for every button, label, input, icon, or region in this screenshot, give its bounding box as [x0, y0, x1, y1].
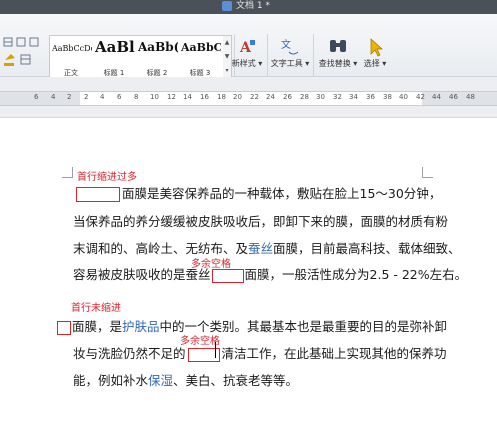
select-button[interactable]: 选择 ▾: [360, 36, 390, 78]
paragraph-1-line-3: 末调和的、高岭土、无纺布、及蚕丝面膜，目前最高科技、载体细致、: [73, 241, 461, 256]
format-tools-icons[interactable]: [3, 36, 43, 76]
ruler-tick-label: 46: [449, 93, 458, 101]
document-page[interactable]: 首行缩进过多 面膜是美容保养品的一种载体，敷贴在脸上15～30分钟， 当保养品的…: [0, 118, 497, 425]
paragraph-1-line-4: 容易被皮肤吸收的是蚕丝 面膜，一般活性成分为2.5 - 22%左右。: [73, 267, 468, 283]
text-cursor: [215, 342, 216, 358]
ruler-tick-label: 20: [233, 93, 242, 101]
cursor-arrow-icon: [370, 38, 383, 57]
paragraph-2-line-1: 面膜，是护肤品中的一个类别。其最基本也是最重要的目的是弥补卸: [57, 316, 447, 335]
ruler-tick-label: 24: [266, 93, 275, 101]
title-bar: 文档 1 *: [0, 0, 497, 14]
separator: [313, 34, 314, 76]
find-replace-button[interactable]: 查找替换 ▾: [316, 36, 360, 78]
horizontal-ruler[interactable]: 6 4 2 2 4 6 8 10 12 14 16 18 20 22 24 26 28 30 32 34 36 38 40 4…: [0, 91, 497, 106]
ruler-tick-label: 2: [84, 93, 89, 101]
ruler-tick-label: 44: [432, 93, 441, 101]
missing-indent-box: [57, 320, 71, 335]
new-style-icon: A: [239, 40, 255, 56]
style-heading-3[interactable]: AaBbC 标题 3: [179, 36, 221, 80]
margin-corner-mark: [422, 167, 433, 178]
separator: [267, 34, 268, 76]
ruler-tick-label: 6: [34, 93, 39, 101]
ruler-tick-label: 28: [300, 93, 309, 101]
margin-corner-mark: [62, 167, 73, 178]
ruler-tick-label: 48: [466, 93, 475, 101]
ruler-tick-label: 6: [117, 93, 122, 101]
ruler-tick-label: 40: [399, 93, 408, 101]
style-normal[interactable]: AaBbCcDd 正文: [50, 36, 92, 80]
style-gallery: AaBbCcDd 正文 AaBl 标题 1 AaBb( 标题 2 AaBbC 标…: [49, 35, 225, 81]
ruler-tick-label: 38: [383, 93, 392, 101]
ruler-tick-label: 26: [283, 93, 292, 101]
ruler-tick-label: 10: [150, 93, 159, 101]
paragraph-1-line-1: 面膜是美容保养品的一种载体，敷贴在脸上15～30分钟，: [73, 183, 441, 202]
ruler-tick-label: 30: [316, 93, 325, 101]
ruler-tick-label: 42: [416, 93, 425, 101]
extra-indent-box: [76, 187, 120, 202]
ruler-tick-label: 8: [134, 93, 139, 101]
ruler-tick-label: 16: [200, 93, 209, 101]
ruler-tick-label: 14: [183, 93, 192, 101]
ruler-tick-label: 12: [167, 93, 176, 101]
window-title: 文档 1 *: [236, 1, 270, 11]
ruler-tick-label: 18: [217, 93, 226, 101]
text-tools-icon: 文: [281, 38, 299, 55]
paragraph-2-line-2: 妆与洗脸仍然不足的 清洁工作，在此基础上实现其他的保养功: [73, 346, 447, 362]
svg-text:文: 文: [281, 38, 291, 51]
ribbon-toolbar: AaBbCcDd 正文 AaBl 标题 1 AaBb( 标题 2 AaBbC 标…: [0, 14, 497, 81]
document-icon: [222, 1, 232, 11]
text-tools-button[interactable]: 文 文字工具 ▾: [269, 36, 311, 78]
annotation-indent-too-much: 首行缩进过多: [77, 172, 137, 183]
binoculars-icon: [330, 40, 346, 52]
ruler-tick-label: 4: [100, 93, 105, 101]
style-heading-2[interactable]: AaBb( 标题 2: [136, 36, 178, 80]
ruler-tick-label: 22: [250, 93, 259, 101]
ruler-tick-label: 4: [51, 93, 56, 101]
ruler-tick-label: 2: [67, 93, 72, 101]
ruler-tick-label: 36: [366, 93, 375, 101]
ruler-tick-label: 32: [333, 93, 342, 101]
style-heading-1[interactable]: AaBl 标题 1: [93, 36, 135, 80]
annotation-indent-none: 首行未缩进: [71, 303, 121, 314]
new-style-button[interactable]: A 新样式 ▾: [229, 36, 265, 78]
ruler-tick-label: 34: [349, 93, 358, 101]
extra-space-box: [211, 268, 244, 283]
paragraph-2-line-3: 能，例如补水保湿、美白、抗衰老等等。: [73, 373, 299, 388]
paragraph-1-line-2: 当保养品的养分缓缓被皮肤吸收后，即卸下来的膜，面膜的材质有粉: [73, 214, 449, 229]
